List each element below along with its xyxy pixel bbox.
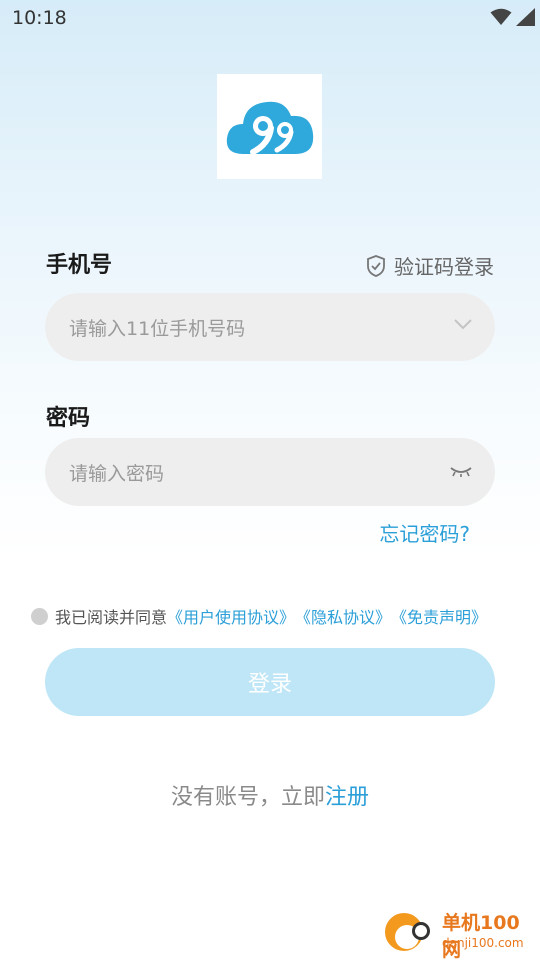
eye-closed-icon[interactable] — [449, 464, 473, 478]
forgot-password-link[interactable]: 忘记密码? — [379, 518, 470, 547]
user-agreement-link[interactable]: 《用户使用协议》 — [167, 604, 295, 628]
disclaimer-link[interactable]: 《免责声明》 — [391, 604, 487, 628]
wifi-icon — [490, 8, 512, 25]
status-time: 10:18 — [12, 7, 67, 29]
password-input[interactable]: 请输入密码 — [45, 438, 495, 506]
watermark-eye-icon — [412, 922, 430, 940]
phone-input-placeholder: 请输入11位手机号码 — [69, 318, 246, 340]
password-label: 密码 — [46, 406, 91, 431]
watermark-subtitle: danji100.com — [442, 936, 524, 950]
watermark-title: 单机100网 — [442, 912, 520, 960]
password-input-placeholder: 请输入密码 — [69, 463, 165, 485]
verify-code-login-label: 验证码登录 — [394, 255, 494, 279]
agreement-row: 我已阅读并同意 《用户使用协议》 《隐私协议》 《免责声明》 — [31, 604, 487, 628]
phone-label: 手机号 — [46, 253, 113, 278]
signal-icon — [516, 8, 535, 26]
register-prefix: 没有账号，立即 — [170, 785, 325, 810]
shield-check-icon — [367, 254, 385, 277]
status-bar: 10:18 — [0, 0, 540, 36]
cloud-99-logo-icon — [226, 101, 313, 155]
register-link[interactable]: 注册 — [325, 785, 369, 810]
phone-input[interactable]: 请输入11位手机号码 — [45, 293, 495, 361]
chevron-down-icon[interactable] — [453, 317, 473, 331]
agreement-radio[interactable] — [31, 607, 48, 625]
app-logo — [217, 74, 322, 179]
register-row: 没有账号，立即注册 — [0, 779, 540, 811]
verify-code-login-link[interactable]: 验证码登录 — [366, 251, 494, 280]
login-button[interactable]: 登录 — [45, 648, 495, 716]
watermark: 单机100网 danji100.com — [382, 908, 534, 960]
agreement-prefix: 我已阅读并同意 — [55, 608, 168, 627]
privacy-link[interactable]: 《隐私协议》 — [295, 604, 391, 628]
